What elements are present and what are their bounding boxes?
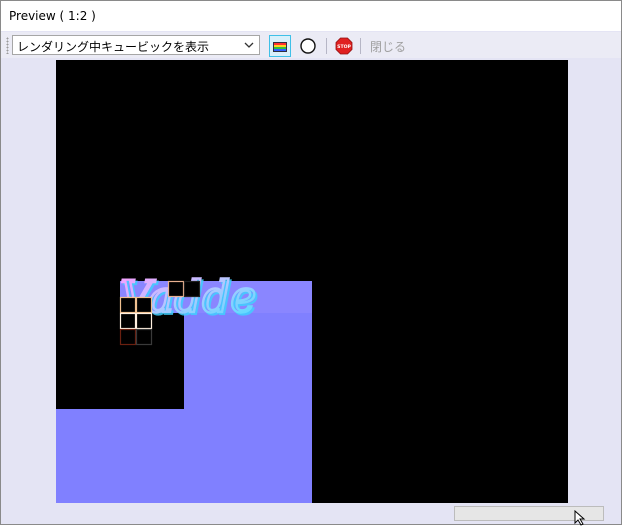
render-bucket bbox=[135, 296, 153, 314]
preview-window: Preview ( 1:2 ) レンダリング中キュービックを表示 STOP 閉じ… bbox=[0, 0, 622, 525]
render-bucket bbox=[135, 312, 153, 330]
stop-icon: STOP bbox=[335, 37, 353, 58]
circle-icon bbox=[299, 37, 317, 58]
render-bucket bbox=[183, 280, 201, 298]
render-bucket bbox=[135, 328, 153, 346]
window-title: Preview ( 1:2 ) bbox=[9, 9, 96, 23]
render-mode-value: レンダリング中キュービックを表示 bbox=[17, 40, 210, 54]
preview-canvas: Vadde Vadde bbox=[56, 60, 568, 503]
render-mode-select[interactable]: レンダリング中キュービックを表示 bbox=[12, 35, 260, 55]
toolbar-separator bbox=[326, 38, 327, 54]
render-bucket bbox=[119, 328, 137, 346]
render-bucket bbox=[167, 280, 185, 298]
mouse-cursor-icon bbox=[574, 509, 588, 526]
render-bucket bbox=[119, 296, 137, 314]
toolbar: レンダリング中キュービックを表示 STOP 閉じる bbox=[1, 32, 621, 58]
color-palette-icon bbox=[273, 41, 287, 55]
stop-button[interactable]: STOP bbox=[333, 35, 355, 57]
rendered-region bbox=[184, 313, 312, 409]
toolbar-separator bbox=[360, 38, 361, 54]
toolbar-grip[interactable] bbox=[6, 37, 9, 54]
color-view-button[interactable] bbox=[269, 35, 291, 57]
close-button[interactable]: 閉じる bbox=[370, 38, 406, 55]
title-bar: Preview ( 1:2 ) bbox=[1, 1, 621, 31]
render-bucket bbox=[119, 312, 137, 330]
rendered-region bbox=[56, 409, 312, 503]
stop-icon-text: STOP bbox=[337, 44, 351, 50]
chevron-down-icon bbox=[242, 37, 256, 53]
render-preview-image: Vadde Vadde bbox=[56, 60, 568, 503]
alpha-view-button[interactable] bbox=[297, 35, 319, 57]
